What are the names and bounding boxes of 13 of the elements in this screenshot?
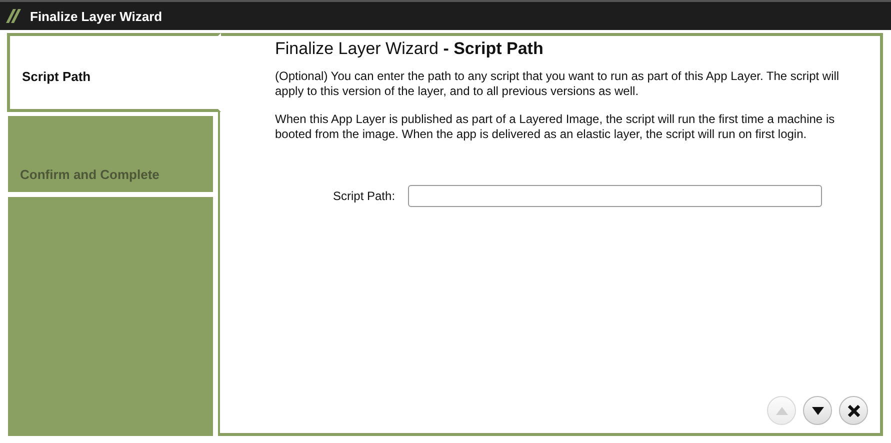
close-icon <box>848 404 860 416</box>
description-text: When this App Layer is published as part of a Layered Image, the script will run the first time a machine is booted from the image. When the app is delivered as an elastic layer, the script will run on first login. <box>275 112 836 142</box>
window-title: Finalize Layer Wizard <box>30 8 162 24</box>
script-path-field[interactable] <box>408 185 822 207</box>
logo-icon <box>6 9 22 23</box>
page-heading: Finalize Layer Wizard - Script Path <box>275 39 544 59</box>
next-button[interactable] <box>803 396 832 425</box>
field-label: Script Path: <box>333 189 396 203</box>
description-text: (Optional) You can enter the path to any script that you want to run as part of this App Layer. The script will apply to this version of the layer, and to all previous versions as well. <box>275 69 840 99</box>
up-arrow-icon <box>776 406 788 414</box>
down-arrow-icon <box>812 406 824 414</box>
close-button[interactable] <box>839 396 868 425</box>
wizard-step-tab[interactable]: Script Path <box>7 33 221 112</box>
